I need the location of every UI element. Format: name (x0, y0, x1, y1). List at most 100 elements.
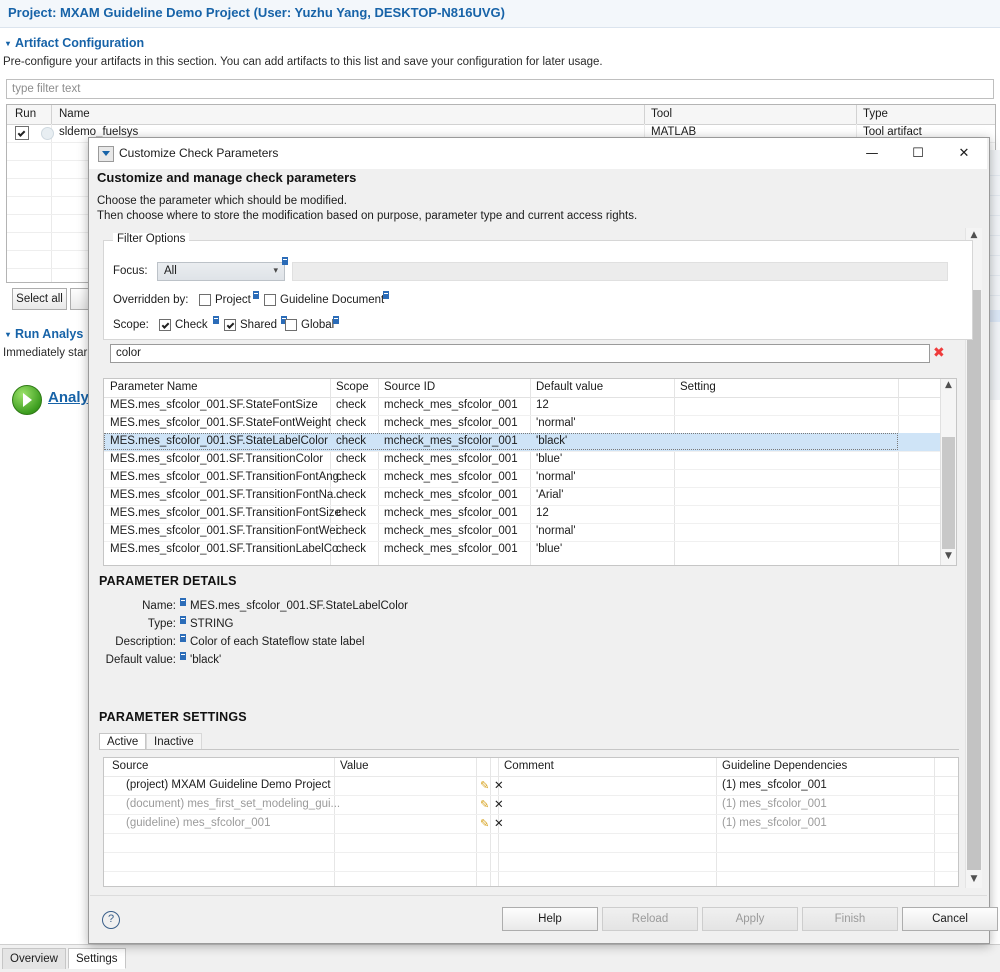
checkbox-overridden-project[interactable] (199, 294, 211, 306)
minimize-icon: — (849, 138, 895, 169)
param-scope: check (336, 453, 366, 465)
run-analysis-header[interactable]: ▾Run Analys (6, 327, 83, 341)
info-hint-icon[interactable] (213, 316, 219, 324)
dialog-title-bar[interactable]: Customize Check Parameters — ☐ ✕ (89, 138, 987, 170)
scroll-up-icon[interactable]: ▲ (941, 379, 956, 394)
artifact-header-divider (644, 105, 645, 124)
artifact-configuration-title: Artifact Configuration (15, 36, 144, 50)
settings-dependencies: (1) mes_sfcolor_001 (722, 817, 827, 829)
edit-icon[interactable]: ✎ (480, 779, 489, 792)
table-row[interactable]: MES.mes_sfcolor_001.SF.StateFontWeight c… (104, 415, 956, 433)
artifact-run-checkbox[interactable] (15, 126, 29, 140)
parameter-search-input[interactable]: color (110, 344, 930, 363)
analyze-link[interactable]: Analy (48, 389, 89, 406)
info-hint-icon[interactable] (180, 652, 186, 660)
artifact-col-type: Type (863, 108, 888, 120)
reload-button[interactable]: Reload (602, 907, 698, 931)
param-source: mcheck_mes_sfcolor_001 (384, 489, 518, 501)
scope-label: Scope: (113, 319, 149, 331)
parameter-settings-title: PARAMETER SETTINGS (99, 710, 247, 724)
collapse-twisty-icon[interactable]: ▾ (6, 39, 15, 48)
param-col-setting: Setting (680, 381, 716, 393)
focus-secondary-field[interactable] (292, 262, 948, 281)
collapse-twisty-icon[interactable]: ▾ (6, 330, 15, 339)
tab-inactive[interactable]: Inactive (146, 733, 202, 750)
list-item[interactable]: (project) MXAM Guideline Demo Project ✎ … (104, 776, 958, 795)
info-hint-icon[interactable] (383, 291, 389, 299)
param-name: MES.mes_sfcolor_001.SF.StateFontWeight (110, 417, 331, 429)
artifact-filter-placeholder: type filter text (12, 83, 80, 95)
finish-button[interactable]: Finish (802, 907, 898, 931)
checkbox-label-project: Project (215, 294, 251, 306)
table-row[interactable]: MES.mes_sfcolor_001.SF.TransitionFontWei… (104, 523, 956, 541)
dialog-heading: Customize and manage check parameters (97, 170, 356, 185)
param-name: MES.mes_sfcolor_001.SF.TransitionFontNa.… (110, 489, 343, 501)
scroll-down-icon[interactable]: ▼ (966, 872, 982, 888)
play-icon[interactable] (12, 385, 42, 415)
scrollbar-thumb[interactable] (942, 437, 955, 549)
table-row[interactable]: MES.mes_sfcolor_001.SF.TransitionColor c… (104, 451, 956, 469)
list-item[interactable]: (guideline) mes_sfcolor_001 ✎ ✕ (1) mes_… (104, 814, 958, 833)
info-hint-icon[interactable] (282, 257, 288, 265)
info-hint-icon[interactable] (180, 634, 186, 642)
edit-icon[interactable]: ✎ (480, 817, 489, 830)
run-analysis-title: Run Analys (15, 327, 83, 341)
settings-col-value: Value (340, 760, 369, 772)
tab-settings[interactable]: Settings (68, 948, 126, 969)
focus-dropdown[interactable]: All ▾ (157, 262, 285, 281)
param-default: 'blue' (536, 453, 562, 465)
checkbox-scope-shared[interactable] (224, 319, 236, 331)
chevron-down-icon: ▾ (273, 266, 278, 276)
table-row[interactable]: MES.mes_sfcolor_001.SF.TransitionFontSiz… (104, 505, 956, 523)
info-hint-icon[interactable] (180, 598, 186, 606)
settings-dependencies: (1) mes_sfcolor_001 (722, 798, 827, 810)
table-row[interactable]: MES.mes_sfcolor_001.SF.StateFontSize che… (104, 397, 956, 415)
select-all-button[interactable]: Select all (12, 288, 67, 310)
detail-label-name: Name: (100, 600, 176, 612)
table-row-selected[interactable]: MES.mes_sfcolor_001.SF.StateLabelColor c… (104, 433, 956, 451)
param-name: MES.mes_sfcolor_001.SF.TransitionFontWei… (110, 525, 348, 537)
param-default: 'black' (536, 435, 567, 447)
checkbox-overridden-guideline-document[interactable] (264, 294, 276, 306)
help-icon[interactable]: ? (102, 911, 120, 929)
param-default: 12 (536, 507, 549, 519)
clear-search-icon[interactable]: ✖ (933, 345, 945, 361)
maximize-icon: ☐ (895, 138, 941, 169)
checkbox-scope-global[interactable] (285, 319, 297, 331)
filter-options-label: Filter Options (113, 233, 189, 245)
parameter-table-scrollbar[interactable]: ▲ ▼ (940, 379, 956, 565)
tab-overview[interactable]: Overview (2, 948, 66, 969)
table-row[interactable]: MES.mes_sfcolor_001.SF.TransitionFontNa.… (104, 487, 956, 505)
cancel-button[interactable]: Cancel (902, 907, 998, 931)
param-scope: check (336, 543, 366, 555)
delete-icon[interactable]: ✕ (494, 797, 504, 811)
close-button[interactable]: ✕ (941, 138, 987, 169)
dialog-subtext-line2: Then choose where to store the modificat… (97, 210, 637, 222)
artifact-filter-input[interactable]: type filter text (6, 79, 994, 99)
param-default: 'Arial' (536, 489, 563, 501)
scroll-down-icon[interactable]: ▼ (941, 550, 956, 565)
settings-row-divider (104, 871, 958, 872)
table-row[interactable]: MES.mes_sfcolor_001.SF.TransitionFontAng… (104, 469, 956, 487)
info-hint-icon[interactable] (180, 616, 186, 624)
focus-label: Focus: (113, 265, 148, 277)
maximize-button[interactable]: ☐ (895, 138, 941, 169)
help-button[interactable]: Help (502, 907, 598, 931)
tab-active[interactable]: Active (99, 733, 146, 750)
settings-row-divider (104, 852, 958, 853)
settings-col-source: Source (112, 760, 148, 772)
delete-icon[interactable]: ✕ (494, 816, 504, 830)
list-item[interactable]: (document) mes_first_set_modeling_gui...… (104, 795, 958, 814)
delete-icon[interactable]: ✕ (494, 778, 504, 792)
table-row[interactable]: MES.mes_sfcolor_001.SF.TransitionLabelCo… (104, 541, 956, 559)
info-hint-icon[interactable] (333, 316, 339, 324)
edit-icon[interactable]: ✎ (480, 798, 489, 811)
scrollbar-thumb[interactable] (967, 290, 981, 870)
apply-button[interactable]: Apply (702, 907, 798, 931)
settings-table-header: Source Value Comment Guideline Dependenc… (104, 758, 958, 777)
run-analysis-description: Immediately star (3, 347, 87, 359)
info-hint-icon[interactable] (253, 291, 259, 299)
checkbox-scope-check[interactable] (159, 319, 171, 331)
artifact-configuration-header[interactable]: ▾Artifact Configuration (6, 36, 144, 50)
minimize-button[interactable]: — (849, 138, 895, 169)
